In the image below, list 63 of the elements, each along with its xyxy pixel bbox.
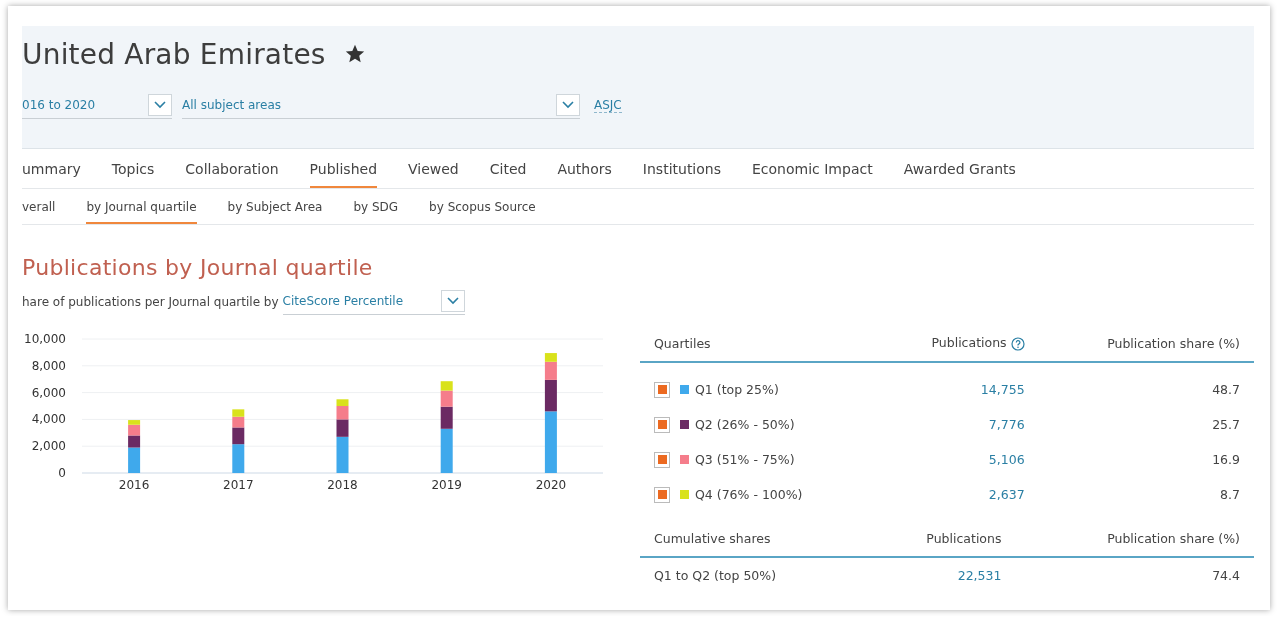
x-tick-label: 2020 [535,478,567,492]
share-cell-text: 8.7 [1219,486,1241,504]
checkbox[interactable] [654,381,670,398]
subject-dropdown[interactable]: All subject areas [182,92,580,119]
tab[interactable]: Published [309,161,377,188]
quartile-label: Q2 (26% - 50%) [695,417,795,433]
subtab[interactable]: by Subject Area [227,200,323,224]
quartile-label: Q4 (76% - 100%) [695,487,803,503]
subtab[interactable]: by Scopus Source [429,200,536,224]
subtab[interactable]: by Journal quartile [86,200,197,224]
tab[interactable]: Viewed [408,161,459,188]
tab[interactable]: Economic Impact [752,161,873,188]
share-cell: 74.4 [1015,557,1254,593]
chevron-down-icon [154,101,166,109]
tab[interactable]: Institutions [642,161,721,188]
subtab[interactable]: verall [22,200,56,224]
y-tick-label: 2,000 [31,439,66,454]
share-cell-text: 25.7 [1211,416,1241,434]
tab[interactable]: Awarded Grants [903,161,1016,188]
quartile-label: Q1 (top 25%) [695,382,779,398]
tab[interactable]: Authors [557,161,612,188]
period-dropdown[interactable]: 016 to 2020 [22,92,172,119]
tab[interactable]: Collaboration [185,161,279,188]
tab[interactable]: Cited [489,161,527,188]
y-tick-label: 6,000 [31,385,66,400]
tab[interactable]: Topics [111,161,155,188]
share-cell-text: 16.9 [1211,451,1241,469]
star-icon[interactable] [343,43,366,65]
y-tick-label: 0 [58,466,66,480]
publications-link[interactable]: 14,755 [876,372,1039,407]
publications-link[interactable]: 2,637 [876,477,1039,512]
checkbox[interactable] [654,486,670,503]
checkbox[interactable] [654,416,670,433]
cumulative-label: Q1 to Q2 (top 50%) [640,557,863,593]
quartile-label: Q3 (51% - 75%) [695,452,795,468]
help-icon[interactable] [1010,336,1025,351]
section-title: Publications by Journal quartile [22,255,374,280]
section-subtitle: hare of publications per Journal quartile by [22,294,279,309]
column-header: Publications [862,520,1016,557]
column-header: Publication share (%) [1038,325,1254,362]
x-tick-label: 2017 [223,478,254,492]
y-tick-label: 4,000 [31,412,66,427]
chevron-down-icon [562,101,574,109]
page-title: United Arab Emirates [22,37,326,71]
column-header: Publication share (%) [1015,520,1254,557]
subtab[interactable]: by SDG [353,200,399,224]
chevron-down-icon [446,297,459,305]
publications-link[interactable]: 7,776 [876,407,1039,442]
publications-link[interactable]: 22,531 [862,557,1016,593]
publications-link[interactable]: 5,106 [876,442,1039,477]
y-tick-label: 10,000 [24,332,66,346]
x-tick-label: 2018 [327,478,358,492]
column-header: Publications [876,325,1039,362]
x-tick-label: 2019 [431,478,462,492]
tab[interactable]: ummary [22,161,81,188]
asjc-link[interactable]: ASJC [594,98,622,113]
y-tick-label: 8,000 [31,358,66,373]
metric-dropdown[interactable]: CiteScore Percentile [282,288,465,315]
column-header: Cumulative shares [640,520,863,557]
share-cell-text: 48.7 [1211,381,1241,399]
column-header: Quartiles [640,325,877,362]
checkbox[interactable] [654,451,670,468]
x-tick-label: 2016 [118,478,150,492]
